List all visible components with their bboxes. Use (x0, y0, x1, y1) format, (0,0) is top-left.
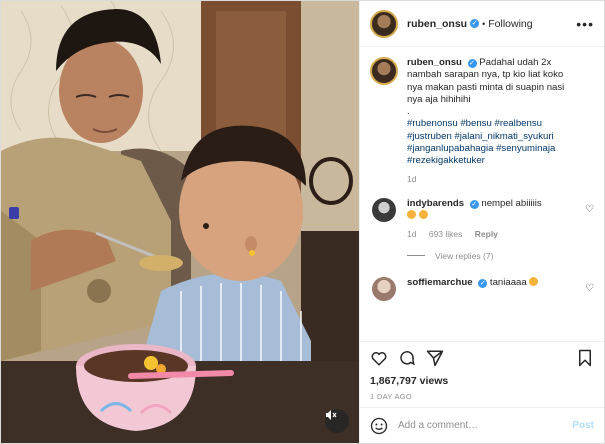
bookmark-icon (579, 349, 591, 366)
reply-button[interactable]: Reply (475, 229, 498, 239)
author-username[interactable]: ruben_onsu (407, 18, 467, 30)
comment-like-heart-icon[interactable]: ♡ (585, 283, 594, 294)
comment-body: nempel abiiiiis (481, 197, 542, 209)
caption-age: 1d (407, 173, 417, 184)
comment-username[interactable]: indybarends (407, 198, 464, 209)
add-comment-bar: Post (360, 407, 604, 443)
speaker-muted-icon (326, 410, 337, 420)
video-frame-illustration (1, 1, 359, 443)
heart-eyes-emoji-icon (529, 276, 539, 286)
more-options-icon[interactable]: ••• (576, 16, 594, 32)
smiley-icon (370, 417, 388, 434)
comment-meta: 1d 693 likes Reply (407, 229, 594, 239)
caption-username[interactable]: ruben_onsu (407, 57, 462, 68)
comment-text-block: indybarends ✓ nempel abiiiiis (407, 198, 569, 223)
like-button[interactable] (370, 349, 388, 367)
comment-input[interactable] (398, 420, 573, 431)
following-button[interactable]: Following (488, 18, 532, 30)
commenter-avatar[interactable] (372, 276, 396, 301)
post-actions-bar (360, 341, 604, 373)
view-replies-button[interactable]: View replies (7) (407, 251, 594, 261)
view-count[interactable]: 1,867,797 views (360, 373, 604, 389)
comment-body: taniaaaa (489, 276, 527, 288)
header-separator: • (482, 18, 486, 29)
caption-text-block: ruben_onsu ✓ Padahal udah 2x nambah sara… (407, 57, 577, 168)
post-date[interactable]: 1 DAY AGO (360, 389, 604, 407)
caption-dot: . (407, 106, 410, 118)
share-button[interactable] (426, 349, 444, 367)
comment-age: 1d (407, 228, 417, 239)
comments-list[interactable]: ruben_onsu ✓ Padahal udah 2x nambah sara… (360, 47, 604, 341)
mute-button[interactable] (325, 409, 349, 433)
emoji-picker-button[interactable] (370, 417, 388, 435)
post-video[interactable] (1, 1, 359, 443)
caption-author-avatar[interactable] (370, 57, 398, 85)
post-caption: ruben_onsu ✓ Padahal udah 2x nambah sara… (370, 57, 594, 168)
comment-item: indybarends ✓ nempel abiiiiis ♡ (370, 197, 594, 223)
instagram-post-modal: ruben_onsu ✓ • Following ••• ruben_onsu … (0, 0, 605, 444)
author-avatar[interactable] (370, 9, 398, 38)
comment-username[interactable]: soffiemarchue (407, 277, 473, 288)
pleading-face-emoji-icon (418, 210, 428, 220)
comment-text-block: soffiemarchue ✓ taniaaaa (407, 276, 569, 301)
commenter-avatar[interactable] (372, 197, 396, 222)
comment-like-heart-icon[interactable]: ♡ (585, 204, 594, 215)
heart-icon (371, 351, 387, 366)
verified-badge-icon: ✓ (469, 199, 479, 209)
post-details-panel: ruben_onsu ✓ • Following ••• ruben_onsu … (359, 1, 604, 443)
verified-badge-icon: ✓ (470, 19, 480, 28)
pleading-face-emoji-icon (407, 210, 416, 220)
comment-item: soffiemarchue ✓ taniaaaa ♡ (370, 276, 594, 301)
post-header: ruben_onsu ✓ • Following ••• (360, 1, 604, 47)
comment-button[interactable] (398, 349, 416, 367)
post-comment-button[interactable]: Post (572, 420, 594, 431)
verified-badge-icon: ✓ (467, 59, 477, 68)
comment-likes[interactable]: 693 likes (429, 229, 463, 239)
caption-hashtags[interactable]: #rubenonsu #bensu #realbensu #justruben … (407, 118, 577, 167)
view-replies-label: View replies (7) (435, 250, 494, 261)
share-icon (426, 350, 444, 366)
verified-badge-icon: ✓ (478, 278, 488, 288)
save-button[interactable] (576, 349, 594, 367)
comment-icon (400, 350, 415, 365)
replies-divider (407, 255, 425, 257)
